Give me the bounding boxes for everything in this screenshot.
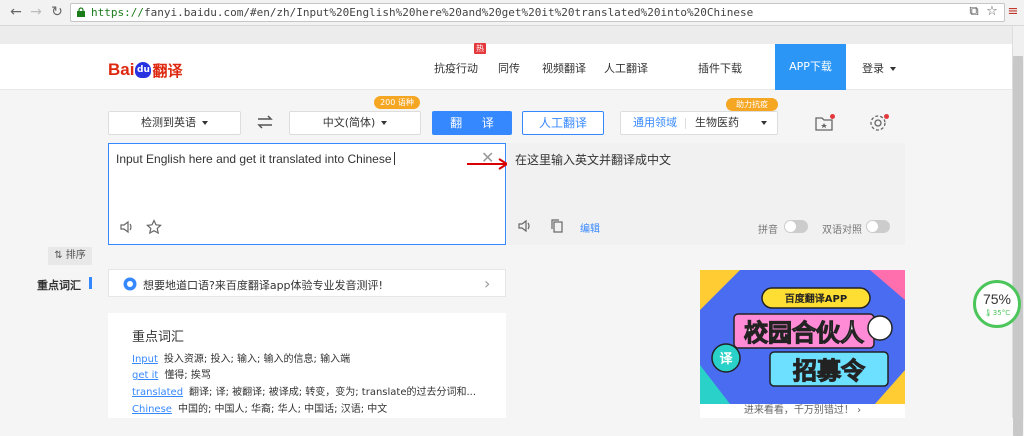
ad-footer-text: 进来看看，千万别错过！ <box>743 405 854 416</box>
logo-fanyi: 翻译 <box>152 61 183 80</box>
chevron-down-icon <box>761 121 767 125</box>
scrollbar[interactable] <box>1012 26 1024 436</box>
source-text-panel[interactable]: Input English here and get it translated… <box>108 143 506 245</box>
domain-select[interactable]: 通用领域 生物医药 <box>620 111 778 135</box>
ad-headline-2: 招募令 <box>793 357 866 385</box>
promo-text: 想要地道口语?来百度翻译app体验专业发音测评! <box>143 279 383 292</box>
scroll-thumb[interactable] <box>1013 56 1023 436</box>
star-icon[interactable] <box>146 219 162 235</box>
target-language-label: 中文(简体) <box>322 116 376 129</box>
menu-icon[interactable]: ≡ <box>1005 4 1021 20</box>
browser-toolbar: ← → ↻ https://fanyi.baidu.com/#en/zh/Inp… <box>0 0 1024 26</box>
chevron-down-icon <box>890 67 896 71</box>
lock-icon <box>77 7 85 17</box>
reload-icon[interactable]: ↻ <box>49 4 65 20</box>
vocab-row: Chinese 中国的; 中国人; 华裔; 华人; 中国话; 汉语; 中文 <box>132 400 492 415</box>
app-download-button[interactable]: APP下载 <box>775 44 846 90</box>
logo-du: du <box>135 62 152 78</box>
vocab-meaning: 翻译; 译; 被翻译; 被译成; 转变，变为; translate的过去分词和.… <box>189 387 477 398</box>
copy-icon[interactable] <box>549 218 565 234</box>
ad-headline-1: 校园合伙人 <box>744 319 864 347</box>
target-text-panel: 在这里输入英文并翻译成中文 编辑 拼音 双语对照 <box>507 143 905 245</box>
domain-separator <box>685 118 686 129</box>
nav-human-translate[interactable]: 人工翻译 <box>604 60 648 76</box>
ad-app-title: 百度翻译APP <box>785 292 847 305</box>
vocab-meaning: 投入资源; 投入; 输入; 输入的信息; 输入端 <box>163 354 351 365</box>
vocab-title: 重点词汇 <box>132 330 185 345</box>
domain-label: 通用领域 <box>633 116 677 129</box>
ad-artwork: 百度翻译APP 校园合伙人 招募令 译 <box>700 270 905 404</box>
sidebar-item-vocab[interactable]: 重点词汇 <box>37 277 81 293</box>
source-language-select[interactable]: 检测到英语 <box>108 111 241 135</box>
hot-badge: 热 <box>474 43 486 54</box>
gauge-temperature: 🌡35°C <box>976 309 1018 317</box>
baidu-fanyi-logo[interactable]: Bai du 翻译 <box>108 60 182 80</box>
translate-page-icon[interactable]: ⧉ <box>966 4 982 20</box>
bookmark-star-icon[interactable]: ☆ <box>984 4 1000 20</box>
site-header: Bai du 翻译 抗疫行动 热 同传 视频翻译 人工翻译 插件下载 <box>0 43 1012 90</box>
vocab-word[interactable]: get it <box>132 370 158 381</box>
chevron-right-icon: › <box>484 274 491 293</box>
gauge-value: 75% <box>982 291 1012 307</box>
gauge-temp-text: 35°C <box>992 309 1011 317</box>
vocab-word[interactable]: Input <box>132 354 158 365</box>
nav-antiepidemic[interactable]: 抗疫行动 <box>434 60 478 76</box>
speaker-icon[interactable] <box>119 219 135 235</box>
vocab-row: translated 翻译; 译; 被翻译; 被译成; 转变，变为; transl… <box>132 383 492 398</box>
bilingual-label: 双语对照 <box>822 225 862 236</box>
pinyin-toggle[interactable] <box>784 220 808 233</box>
vocab-row: get it 懂得; 挨骂 <box>132 366 492 381</box>
domain-value: 生物医药 <box>695 116 739 129</box>
notification-dot <box>830 114 835 119</box>
campus-partner-ad[interactable]: 百度翻译APP 校园合伙人 招募令 译 <box>700 270 905 404</box>
bookmarks-strip <box>0 26 1012 44</box>
ad-char: 译 <box>719 352 733 367</box>
source-language-label: 检测到英语 <box>141 116 196 129</box>
url-text: fanyi.baidu.com/#en/zh/Input%20English%2… <box>143 6 754 19</box>
vocab-meaning: 中国的; 中国人; 华裔; 华人; 中国话; 汉语; 中文 <box>177 404 388 415</box>
microphone-badge-icon <box>123 277 137 291</box>
swap-languages-icon[interactable] <box>256 113 274 131</box>
translation-result: 在这里输入英文并翻译成中文 <box>515 153 672 167</box>
ad-footer-link[interactable]: 进来看看，千万别错过！ › <box>700 404 905 418</box>
nav-video-translate[interactable]: 视频翻译 <box>542 60 586 76</box>
sort-button[interactable]: ⇅ 排序 <box>48 247 92 265</box>
thermometer-icon: 🌡 <box>983 309 993 317</box>
chevron-down-icon <box>202 121 208 125</box>
back-icon[interactable]: ← <box>8 4 24 20</box>
chevron-right-icon: › <box>857 405 862 416</box>
vocab-meaning: 懂得; 挨骂 <box>164 370 211 381</box>
edit-link[interactable]: 编辑 <box>580 220 600 235</box>
vocab-word[interactable]: Chinese <box>132 404 172 415</box>
nav-simultaneous[interactable]: 同传 <box>498 60 520 76</box>
vocab-row: Input 投入资源; 投入; 输入; 输入的信息; 输入端 <box>132 350 492 365</box>
bilingual-toggle[interactable] <box>866 220 890 233</box>
target-language-select[interactable]: 中文(简体) <box>289 111 421 135</box>
active-indicator <box>89 277 92 289</box>
login-button[interactable]: 登录 <box>862 60 896 76</box>
notification-dot <box>884 114 889 119</box>
vocab-word[interactable]: translated <box>132 387 183 398</box>
logo-bai: Bai <box>108 60 135 79</box>
login-label: 登录 <box>862 62 884 75</box>
antiepidemic-badge: 助力抗疫 <box>726 98 778 111</box>
system-monitor-widget[interactable]: 75% 🌡35°C <box>973 280 1021 328</box>
forward-icon[interactable]: → <box>28 4 44 20</box>
sort-icon: ⇅ <box>54 250 63 261</box>
vocabulary-card: 重点词汇 Input 投入资源; 投入; 输入; 输入的信息; 输入端 get i… <box>108 313 506 418</box>
sort-label: 排序 <box>65 250 86 261</box>
chevron-down-icon <box>381 121 388 125</box>
source-text-input[interactable]: Input English here and get it translated… <box>116 152 395 166</box>
promo-banner[interactable]: 想要地道口语?来百度翻译app体验专业发音测评! › <box>108 269 506 297</box>
human-translate-button[interactable]: 人工翻译 <box>522 111 604 135</box>
nav-plugin-download[interactable]: 插件下载 <box>698 60 742 76</box>
red-arrow-annotation <box>467 158 509 170</box>
address-bar[interactable]: https://fanyi.baidu.com/#en/zh/Input%20E… <box>70 3 1005 22</box>
url-scheme: https:// <box>91 6 144 19</box>
speaker-icon[interactable] <box>517 218 533 234</box>
pinyin-label: 拼音 <box>758 225 778 236</box>
language-count-badge: 200 语种 <box>374 96 420 109</box>
translate-button[interactable]: 翻 译 <box>432 111 512 135</box>
